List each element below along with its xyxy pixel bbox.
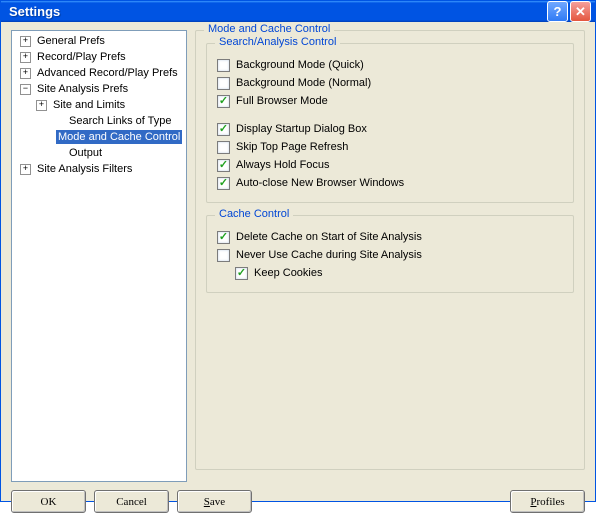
tree-item-site-analysis-prefs[interactable]: −Site Analysis Prefs — [12, 81, 186, 97]
plus-icon[interactable]: + — [20, 52, 31, 63]
help-button[interactable]: ? — [547, 1, 568, 22]
checkbox-icon[interactable] — [217, 141, 230, 154]
main-panel: Mode and Cache Control Search/Analysis C… — [195, 30, 585, 482]
checkbox-label: Keep Cookies — [254, 267, 323, 279]
search-analysis-legend: Search/Analysis Control — [215, 36, 340, 48]
settings-window: Settings ? ✕ +General Prefs +Record/Play… — [0, 0, 596, 502]
mode-cache-group: Mode and Cache Control Search/Analysis C… — [195, 30, 585, 470]
checkbox-icon[interactable] — [217, 249, 230, 262]
tree-item-general-prefs[interactable]: +General Prefs — [12, 33, 186, 49]
close-button[interactable]: ✕ — [570, 1, 591, 22]
checkbox-icon[interactable] — [217, 231, 230, 244]
search-analysis-group: Search/Analysis Control Background Mode … — [206, 43, 574, 203]
cache-control-legend: Cache Control — [215, 208, 293, 220]
minus-icon[interactable]: − — [20, 84, 31, 95]
checkbox-label: Display Startup Dialog Box — [236, 123, 367, 135]
checkbox-label: Background Mode (Quick) — [236, 59, 364, 71]
tree-item-site-analysis-filters[interactable]: +Site Analysis Filters — [12, 161, 186, 177]
checkbox-icon[interactable] — [235, 267, 248, 280]
checkbox-display-startup[interactable]: Display Startup Dialog Box — [217, 120, 563, 138]
checkbox-label: Full Browser Mode — [236, 95, 328, 107]
cache-control-group: Cache Control Delete Cache on Start of S… — [206, 215, 574, 293]
titlebar: Settings ? ✕ — [1, 1, 595, 22]
checkbox-hold-focus[interactable]: Always Hold Focus — [217, 156, 563, 174]
checkbox-label: Delete Cache on Start of Site Analysis — [236, 231, 422, 243]
mode-cache-legend: Mode and Cache Control — [204, 23, 334, 35]
tree-item-record-play-prefs[interactable]: +Record/Play Prefs — [12, 49, 186, 65]
settings-tree[interactable]: +General Prefs +Record/Play Prefs +Advan… — [12, 33, 186, 177]
content-area: +General Prefs +Record/Play Prefs +Advan… — [1, 22, 595, 486]
checkbox-label: Background Mode (Normal) — [236, 77, 371, 89]
checkbox-icon[interactable] — [217, 123, 230, 136]
checkbox-auto-close[interactable]: Auto-close New Browser Windows — [217, 174, 563, 192]
plus-icon[interactable]: + — [20, 36, 31, 47]
checkbox-icon[interactable] — [217, 59, 230, 72]
checkbox-keep-cookies[interactable]: Keep Cookies — [217, 264, 563, 282]
tree-item-mode-and-cache-control[interactable]: Mode and Cache Control — [12, 129, 186, 145]
checkbox-label: Auto-close New Browser Windows — [236, 177, 404, 189]
checkbox-skip-refresh[interactable]: Skip Top Page Refresh — [217, 138, 563, 156]
checkbox-label: Skip Top Page Refresh — [236, 141, 348, 153]
checkbox-label: Never Use Cache during Site Analysis — [236, 249, 422, 261]
checkbox-never-cache[interactable]: Never Use Cache during Site Analysis — [217, 246, 563, 264]
button-bar: OK Cancel Save Profiles — [1, 486, 595, 523]
tree-item-advanced-record-play-prefs[interactable]: +Advanced Record/Play Prefs — [12, 65, 186, 81]
checkbox-icon[interactable] — [217, 77, 230, 90]
plus-icon[interactable]: + — [20, 164, 31, 175]
tree-item-search-links-of-type[interactable]: Search Links of Type — [12, 113, 186, 129]
checkbox-label: Always Hold Focus — [236, 159, 330, 171]
tree-panel: +General Prefs +Record/Play Prefs +Advan… — [11, 30, 187, 482]
checkbox-delete-cache[interactable]: Delete Cache on Start of Site Analysis — [217, 228, 563, 246]
checkbox-bg-quick[interactable]: Background Mode (Quick) — [217, 56, 563, 74]
checkbox-full-browser[interactable]: Full Browser Mode — [217, 92, 563, 110]
checkbox-icon[interactable] — [217, 95, 230, 108]
checkbox-icon[interactable] — [217, 177, 230, 190]
tree-item-output[interactable]: Output — [12, 145, 186, 161]
plus-icon[interactable]: + — [20, 68, 31, 79]
checkbox-bg-normal[interactable]: Background Mode (Normal) — [217, 74, 563, 92]
plus-icon[interactable]: + — [36, 100, 47, 111]
checkbox-icon[interactable] — [217, 159, 230, 172]
window-title: Settings — [5, 4, 545, 19]
tree-item-site-and-limits[interactable]: +Site and Limits — [12, 97, 186, 113]
